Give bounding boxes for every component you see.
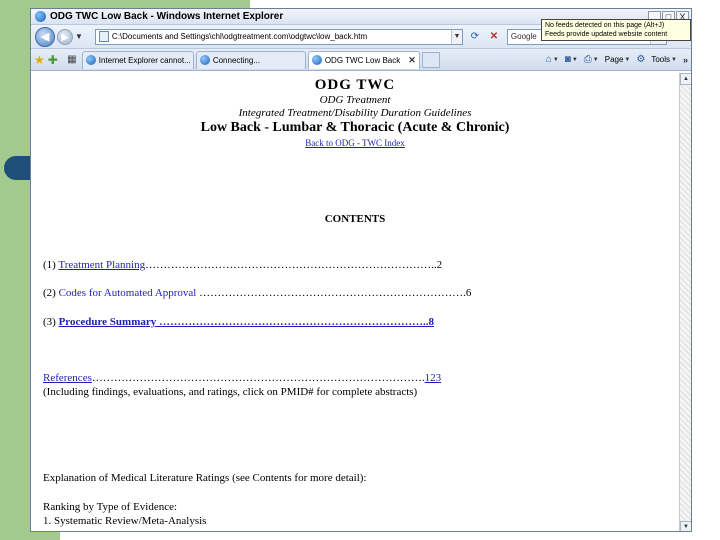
print-dropdown-icon[interactable]: ▼ bbox=[593, 57, 599, 63]
ranking-heading: Ranking by Type of Evidence: bbox=[43, 501, 178, 513]
contents-heading: CONTENTS bbox=[324, 213, 386, 225]
tools-menu[interactable]: Tools bbox=[651, 55, 670, 64]
tab-label: ODG TWC Low Back bbox=[324, 55, 401, 65]
doc-heading: Low Back - Lumbar & Thoracic (Acute & Ch… bbox=[200, 120, 510, 135]
print-icon[interactable]: ⎙ bbox=[584, 54, 592, 65]
tab-internet-explorer-cannot[interactable]: Internet Explorer cannot... bbox=[81, 50, 194, 69]
references-link[interactable]: References bbox=[43, 372, 92, 384]
scroll-down-icon[interactable]: ▼ bbox=[680, 521, 691, 531]
codes-link[interactable]: Codes for Automated Approval bbox=[59, 287, 197, 299]
page-icon bbox=[98, 31, 109, 42]
scroll-up-icon[interactable]: ▲ bbox=[680, 73, 691, 85]
feeds-dropdown-icon[interactable]: ▼ bbox=[572, 57, 578, 63]
tab-close-icon[interactable]: ✕ bbox=[408, 55, 416, 66]
ranking-item: 1. Systematic Review/Meta-Analysis bbox=[43, 515, 207, 527]
tab-connecting[interactable]: Connecting... bbox=[195, 50, 306, 69]
treatment-planning-link[interactable]: Treatment Planning bbox=[58, 259, 145, 271]
feeds-tooltip-line1: No feeds detected on this page (Alt+J) bbox=[545, 22, 665, 29]
tab-odg-twc-low-back[interactable]: ODG TWC Low Back ✕ bbox=[307, 50, 420, 69]
toc-item-references: References………………………………………………………………………………… bbox=[43, 372, 441, 384]
toc-dots[interactable]: ……………………………………………………………….. bbox=[156, 316, 429, 328]
doc-subtitle: ODG Treatment bbox=[319, 94, 391, 106]
tools-dropdown-icon[interactable]: ▼ bbox=[671, 57, 677, 63]
toc-page[interactable]: 8 bbox=[429, 316, 435, 328]
tab-label: Internet Explorer cannot... bbox=[98, 55, 190, 65]
tab-bar: ★ ✚ ▦ Internet Explorer cannot... Connec… bbox=[31, 49, 691, 71]
new-tab-button[interactable] bbox=[421, 51, 440, 68]
url-field[interactable]: C:\Documents and Settings\chl\odgtreatme… bbox=[94, 28, 463, 45]
search-placeholder[interactable]: Google bbox=[511, 32, 537, 41]
toc-item-codes: (2) Codes for Automated Approval …………………… bbox=[43, 287, 471, 299]
forward-button[interactable]: ▶ bbox=[57, 28, 73, 45]
explanation-text: Explanation of Medical Literature Rating… bbox=[43, 472, 367, 484]
tab-label: Connecting... bbox=[212, 55, 260, 65]
home-icon[interactable]: ⌂ bbox=[546, 54, 552, 65]
command-bar: ⌂ ▼ ◙ ▼ ⎙ ▼ Page ▼ ⚙ Tools ▼ » bbox=[540, 54, 688, 65]
page-content: ODG TWC ODG Treatment Integrated Treatme… bbox=[31, 73, 679, 531]
toc-prefix: (3) bbox=[43, 316, 59, 328]
toc-item-treatment-planning: (1) Treatment Planning………………………………………………… bbox=[43, 259, 442, 271]
references-note: (Including findings, evaluations, and ra… bbox=[43, 386, 418, 398]
back-to-index-link[interactable]: Back to ODG - TWC Index bbox=[305, 138, 405, 148]
chevron-more-icon[interactable]: » bbox=[683, 55, 688, 65]
feeds-icon[interactable]: ◙ bbox=[565, 54, 571, 65]
tab-ie-icon bbox=[311, 55, 322, 65]
browser-window: ODG TWC Low Back - Windows Internet Expl… bbox=[30, 8, 692, 532]
procedure-summary-link[interactable]: Procedure Summary bbox=[59, 316, 157, 328]
quick-tabs-icon[interactable]: ▦ bbox=[66, 54, 78, 66]
back-to-index-link-row: Back to ODG - TWC Index bbox=[31, 138, 679, 148]
url-text[interactable]: C:\Documents and Settings\chl\odgtreatme… bbox=[112, 32, 367, 41]
toc-page: 6 bbox=[465, 287, 472, 299]
history-dropdown-icon[interactable]: ▼ bbox=[75, 32, 83, 41]
refresh-icon[interactable]: ⟳ bbox=[468, 30, 482, 44]
gear-icon[interactable]: ⚙ bbox=[636, 54, 645, 65]
stop-icon[interactable]: ✕ bbox=[487, 30, 501, 44]
toc-item-procedure-summary: (3) Procedure Summary ………………………………………………… bbox=[43, 316, 434, 328]
toc-prefix: (2) bbox=[43, 287, 59, 299]
toc-page: 2 bbox=[436, 259, 443, 271]
page-menu[interactable]: Page bbox=[605, 55, 624, 64]
tab-ie-icon bbox=[85, 55, 96, 65]
back-button[interactable]: ◀ bbox=[35, 26, 55, 47]
doc-guidelines-line: Integrated Treatment/Disability Duration… bbox=[238, 107, 472, 119]
feeds-tooltip-line2: Feeds provide updated website content bbox=[545, 31, 668, 38]
feeds-tooltip: No feeds detected on this page (Alt+J) F… bbox=[541, 19, 691, 41]
toc-dots: …………………………………………………………………….. bbox=[145, 259, 437, 271]
toc-dots: ………………………………………………………………………………. bbox=[91, 372, 425, 384]
doc-title: ODG TWC bbox=[314, 77, 396, 93]
favorites-star-icon[interactable]: ★ bbox=[34, 53, 45, 67]
toc-prefix: (1) bbox=[43, 259, 59, 271]
toc-dots: ………………………………………………………………. bbox=[196, 287, 466, 299]
page-dropdown-icon[interactable]: ▼ bbox=[624, 57, 630, 63]
add-favorites-icon[interactable]: ✚ bbox=[48, 53, 58, 67]
url-dropdown-icon[interactable]: ▼ bbox=[450, 29, 462, 44]
tab-loading-icon bbox=[199, 55, 210, 65]
window-title: ODG TWC Low Back - Windows Internet Expl… bbox=[50, 11, 284, 22]
ie-icon bbox=[35, 11, 46, 22]
references-page-link[interactable]: 123 bbox=[425, 372, 442, 384]
vertical-scrollbar[interactable]: ▲ ▼ bbox=[679, 73, 691, 531]
home-dropdown-icon[interactable]: ▼ bbox=[553, 57, 559, 63]
